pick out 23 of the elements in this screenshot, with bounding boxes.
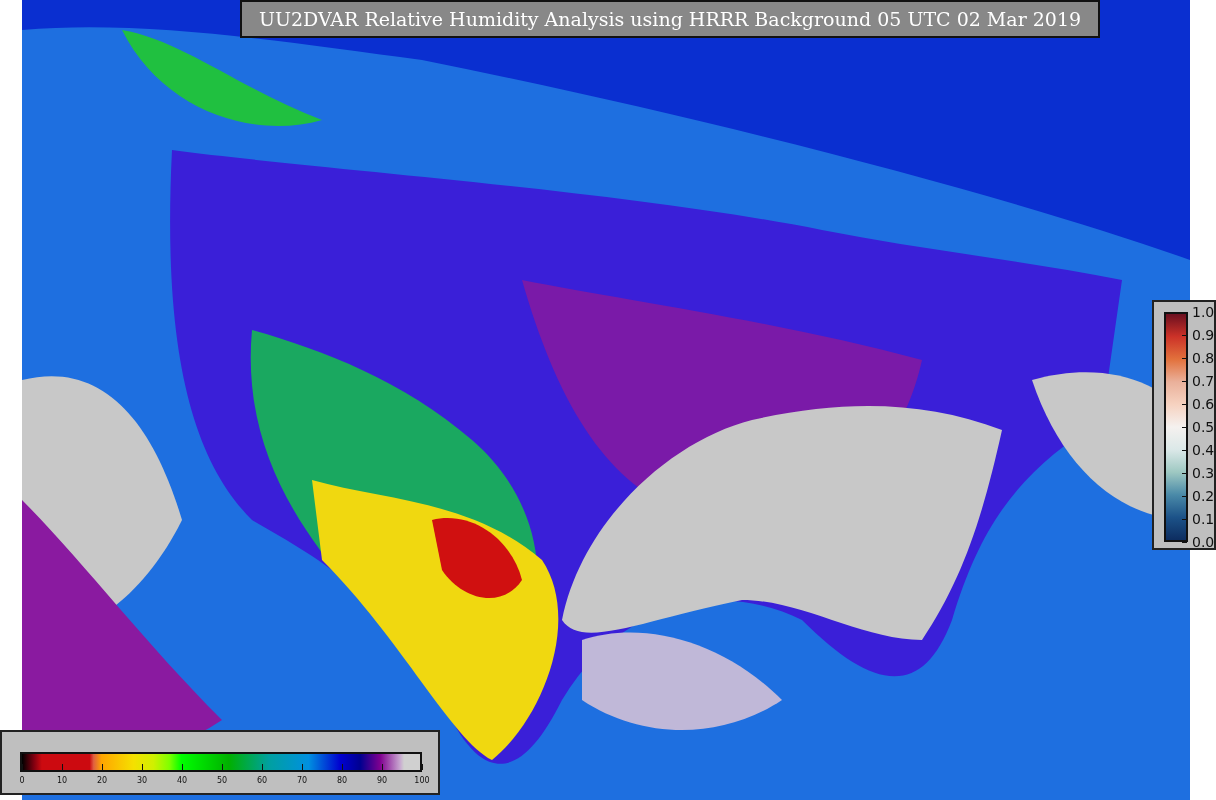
tick-label: 0.1 — [1192, 511, 1215, 527]
tick-label: 30 — [136, 776, 148, 786]
tick-label: 0.2 — [1192, 488, 1215, 504]
tick-label: 50 — [216, 776, 228, 786]
tick-label: 20 — [96, 776, 108, 786]
tick-label: 40 — [176, 776, 188, 786]
tick-label: 90 — [376, 776, 388, 786]
chart-title: UU2DVAR Relative Humidity Analysis using HRRR Background 05 UTC 02 Mar 2019 — [240, 0, 1100, 38]
tick-label: 70 — [296, 776, 308, 786]
tick-label: 1.0 — [1192, 304, 1215, 320]
tick-label: 0.0 — [1192, 534, 1215, 550]
tick-label: 80 — [336, 776, 348, 786]
tick-label: 0.8 — [1192, 350, 1215, 366]
tick-label: 0.3 — [1192, 465, 1215, 481]
tick-label: 0 — [19, 776, 25, 786]
tick-label: 0.7 — [1192, 373, 1215, 389]
tick-label: 0.4 — [1192, 442, 1215, 458]
tick-label: 10 — [56, 776, 68, 786]
tick-label: 0.6 — [1192, 396, 1215, 412]
tick-label: 100 — [414, 776, 430, 786]
tick-label: 0.5 — [1192, 419, 1215, 435]
tick-label: 0.9 — [1192, 327, 1215, 343]
tick-label: 60 — [256, 776, 268, 786]
